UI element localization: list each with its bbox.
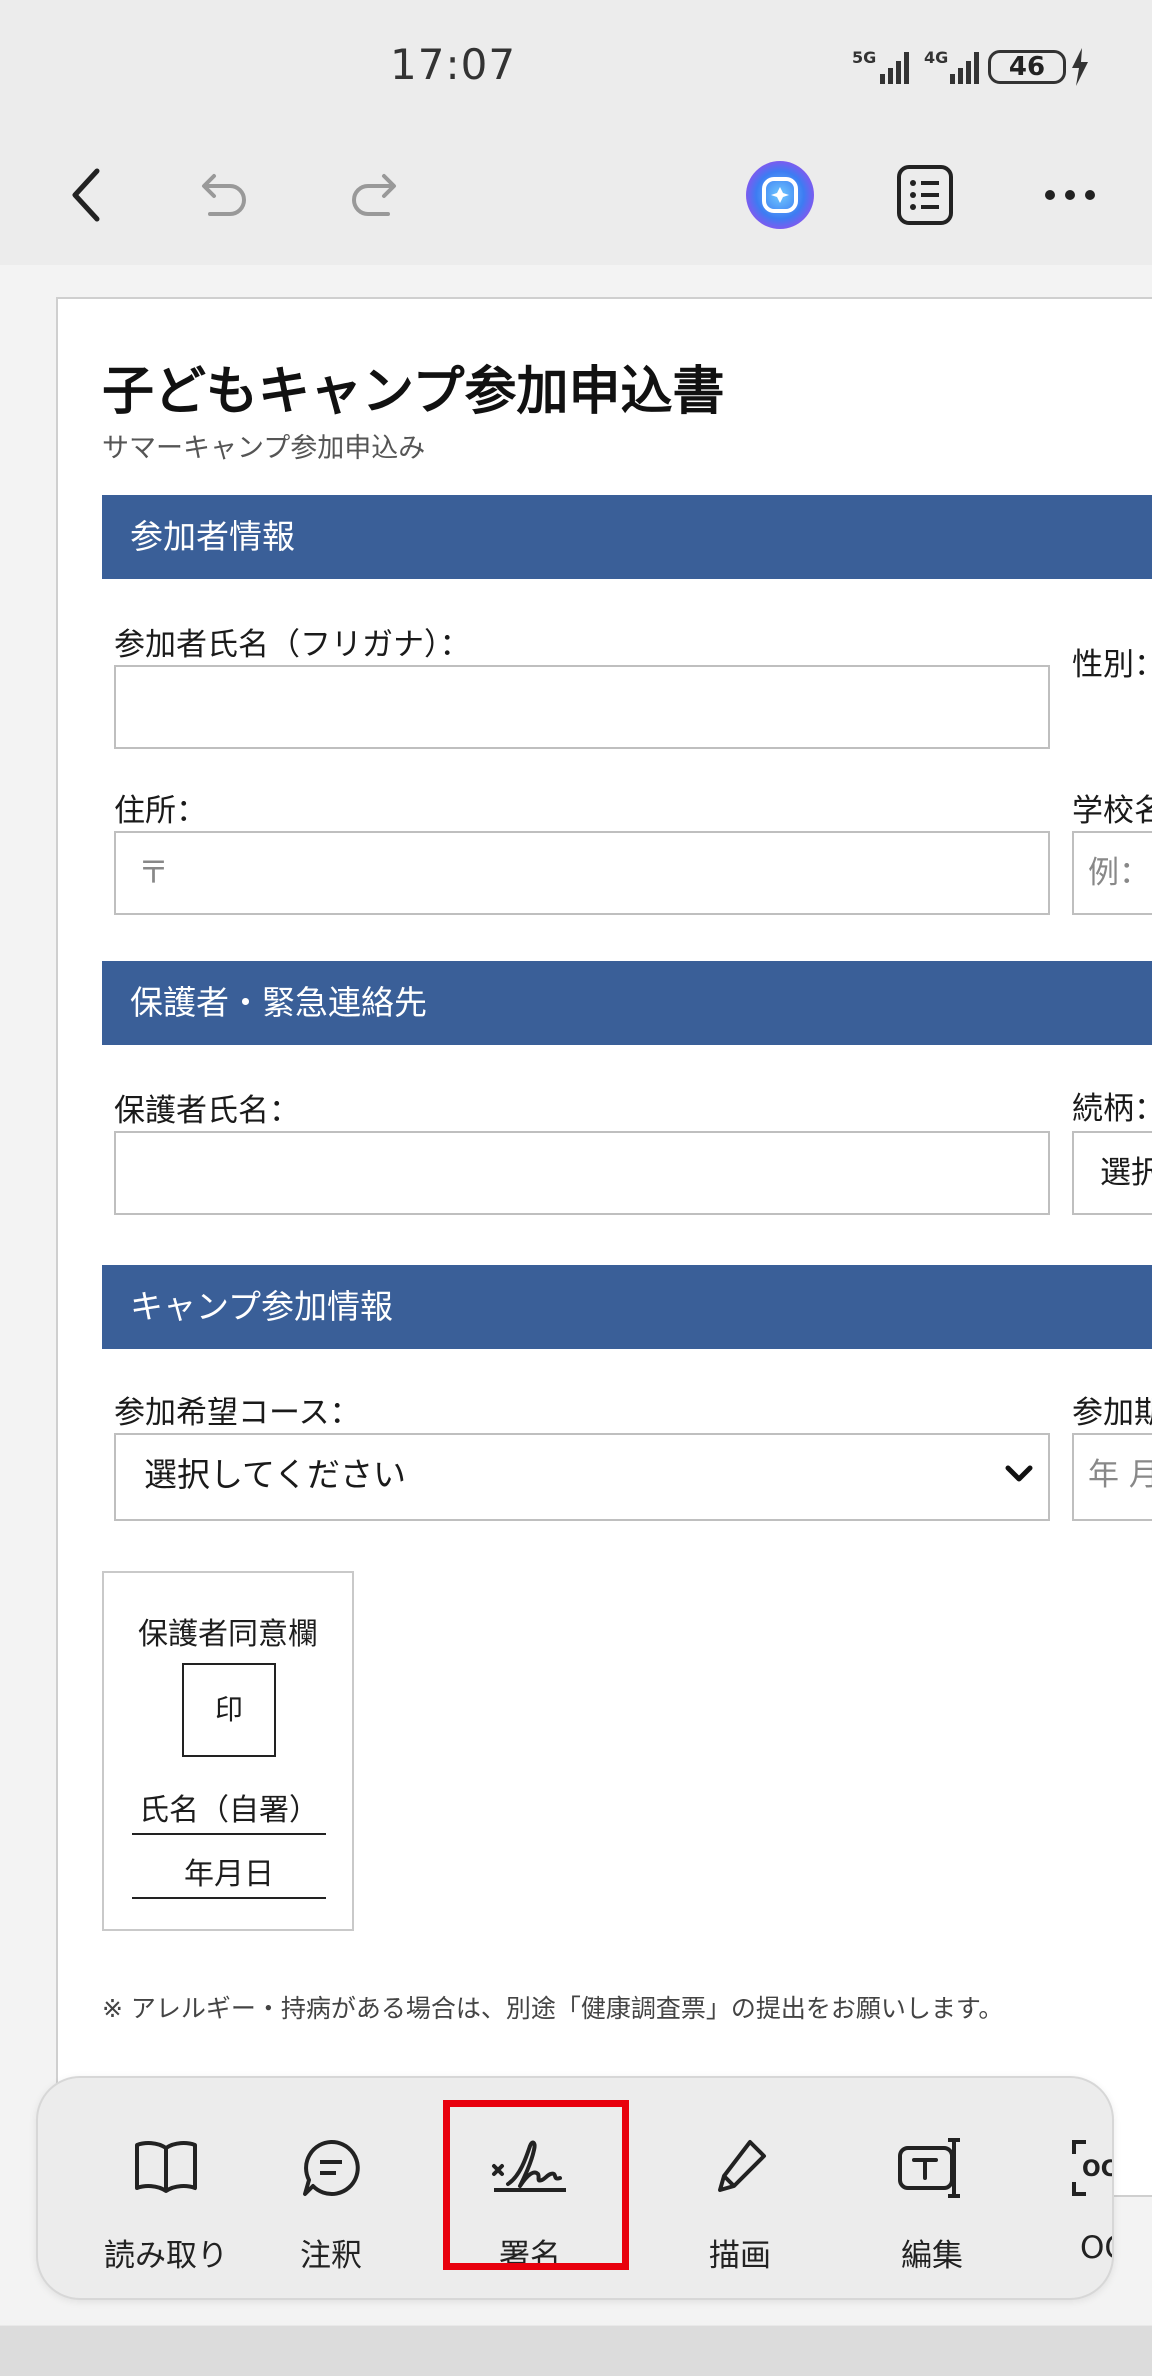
allergy-note: ※ アレルギー・持病がある場合は、別途「健康調査票」の提出をお願いします。 <box>102 1994 1004 2023</box>
top-toolbar <box>0 130 1152 265</box>
action-ocr-label: OC <box>1080 2230 1112 2266</box>
action-draw-label: 描画 <box>709 2238 771 2274</box>
label-school: 学校名 <box>1072 793 1152 829</box>
action-annotate[interactable]: 注釈 <box>256 2078 406 2298</box>
svg-text:5G: 5G <box>852 48 876 67</box>
signature-highlight-box <box>443 2100 629 2270</box>
document-subtitle: サマーキャンプ参加申込み <box>102 433 426 464</box>
svg-text:OC: OC <box>1082 2157 1114 2182</box>
label-period: 参加期 <box>1072 1395 1152 1431</box>
action-edit-label: 編集 <box>901 2238 963 2274</box>
section-header-camp: キャンプ参加情報 <box>102 1265 1152 1349</box>
redo-icon[interactable] <box>338 165 408 225</box>
label-relation: 続柄： <box>1072 1091 1152 1127</box>
battery-indicator: 46 <box>988 50 1066 84</box>
more-icon[interactable] <box>1030 160 1110 230</box>
chevron-down-icon <box>1005 1465 1033 1482</box>
document-viewer[interactable]: 子どもキャンプ参加申込書 サマーキャンプ参加申込み 参加者情報 参加者氏名（フリ… <box>0 265 1152 2325</box>
consent-title: 保護者同意欄 <box>138 1617 318 1652</box>
course-select-value: 選択してください <box>144 1455 407 1494</box>
guardian-consent-box: 保護者同意欄 印 氏名（自署） 年月日 <box>102 1571 354 1931</box>
action-edit[interactable]: 編集 <box>852 2078 1012 2298</box>
relation-select[interactable]: 選択 <box>1072 1131 1152 1215</box>
date-line[interactable]: 年月日 <box>132 1849 326 1899</box>
status-bar: 17:07 5G 4G 46 <box>0 0 1152 130</box>
document-title: 子どもキャンプ参加申込書 <box>102 362 725 422</box>
charging-icon <box>1072 48 1088 86</box>
ocr-icon: OC <box>1072 2140 1114 2196</box>
address-field[interactable]: 〒 <box>114 831 1050 915</box>
guardian-name-field[interactable] <box>114 1131 1050 1215</box>
list-icon[interactable] <box>885 155 965 235</box>
label-gender: 性別： <box>1072 647 1152 683</box>
bottom-strip <box>0 2326 1152 2376</box>
period-field[interactable]: 年 月 <box>1072 1433 1152 1521</box>
school-field[interactable]: 例： <box>1072 831 1152 915</box>
svg-text:4G: 4G <box>924 48 948 67</box>
status-time: 17:07 <box>390 40 517 89</box>
action-annotate-label: 注釈 <box>300 2238 362 2274</box>
section-header-guardian: 保護者・緊急連絡先 <box>102 961 1152 1045</box>
label-address: 住所： <box>114 793 207 829</box>
signature-line[interactable]: 氏名（自署） <box>132 1785 326 1835</box>
action-draw[interactable]: 描画 <box>660 2078 820 2298</box>
ai-assistant-icon[interactable] <box>740 155 820 235</box>
action-read-label: 読み取り <box>104 2238 228 2274</box>
book-icon <box>135 2141 197 2193</box>
course-select[interactable]: 選択してください <box>114 1433 1050 1521</box>
signal-4g-icon: 4G <box>924 48 979 84</box>
pen-icon <box>718 2140 766 2192</box>
label-course: 参加希望コース： <box>114 1395 361 1431</box>
name-kana-field[interactable] <box>114 665 1050 749</box>
action-ocr[interactable]: OC OC <box>1038 2078 1114 2298</box>
seal-stamp-box[interactable]: 印 <box>182 1663 276 1757</box>
text-edit-icon <box>898 2138 960 2198</box>
back-icon[interactable] <box>50 160 120 230</box>
undo-icon[interactable] <box>190 165 260 225</box>
comment-icon <box>303 2139 360 2196</box>
label-name-kana: 参加者氏名（フリガナ）： <box>114 627 471 663</box>
action-read[interactable]: 読み取り <box>76 2078 256 2298</box>
label-guardian-name: 保護者氏名： <box>114 1093 300 1129</box>
document-page: 子どもキャンプ参加申込書 サマーキャンプ参加申込み 参加者情報 参加者氏名（フリ… <box>56 297 1152 2197</box>
section-header-participant: 参加者情報 <box>102 495 1152 579</box>
signal-5g-icon: 5G <box>852 48 909 84</box>
